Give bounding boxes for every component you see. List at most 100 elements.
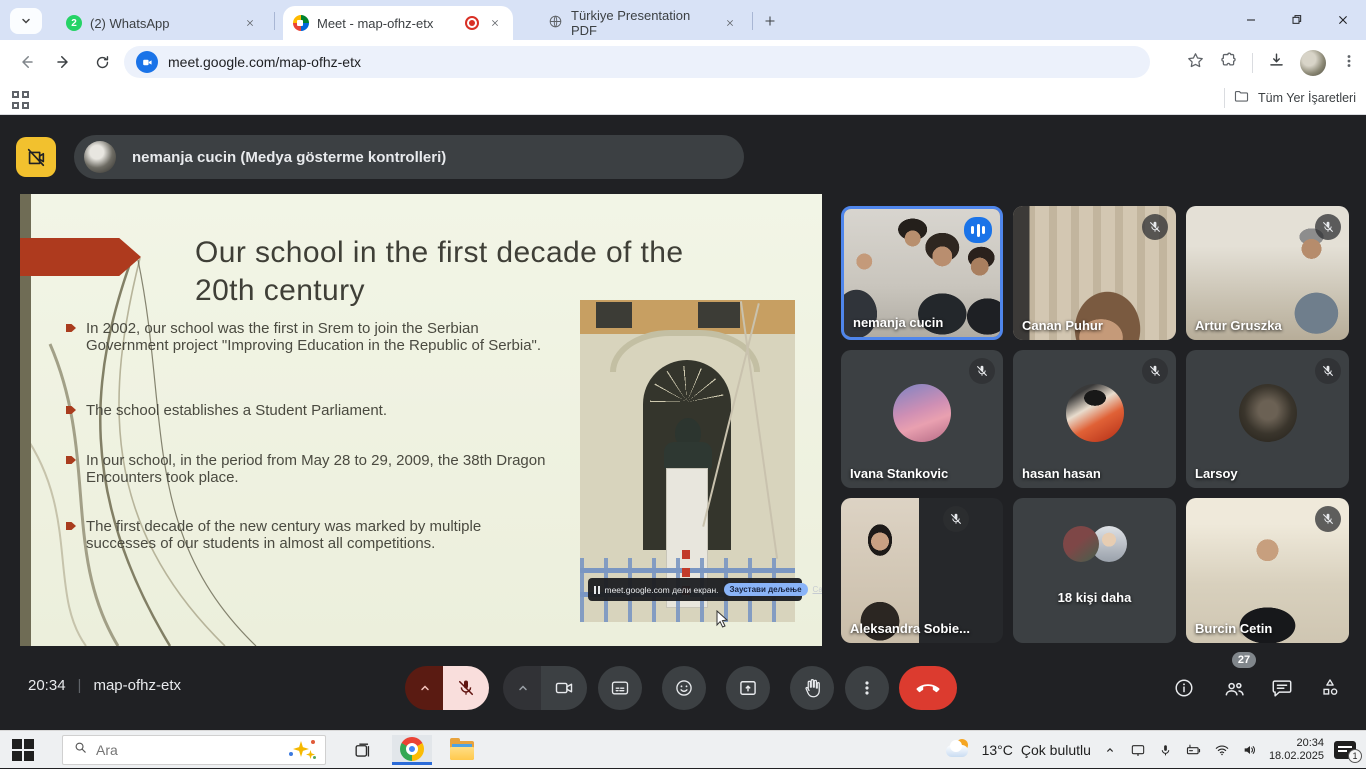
close-tab-icon[interactable]: [242, 15, 258, 31]
camera-in-use-icon[interactable]: [136, 51, 158, 73]
folder-icon: [1233, 88, 1250, 108]
participant-tile-nemanja[interactable]: nemanja cucin: [841, 206, 1003, 340]
mic-off-icon: [1142, 214, 1168, 240]
minimize-button[interactable]: [1228, 0, 1274, 40]
pause-icon[interactable]: [594, 586, 600, 594]
meeting-info: 20:34 | map-ofhz-etx: [28, 677, 181, 694]
more-options-button[interactable]: [845, 666, 889, 710]
mic-off-icon: [1315, 506, 1341, 532]
downloads-icon[interactable]: [1267, 51, 1286, 75]
camera-options-chevron[interactable]: [503, 666, 543, 710]
clock-time: 20:34: [1269, 737, 1324, 750]
extensions-icon[interactable]: [1219, 51, 1238, 75]
file-explorer-icon[interactable]: [442, 735, 482, 765]
close-tab-icon[interactable]: [722, 15, 738, 31]
shared-presentation: Our school in the first decade of the 20…: [20, 194, 822, 646]
whatsapp-favicon: 2: [66, 15, 82, 31]
chrome-taskbar-icon[interactable]: [392, 735, 432, 765]
bullet-marker-icon: [66, 324, 76, 332]
weather-widget[interactable]: 13°C Çok bulutlu: [946, 739, 1091, 761]
slide-title: Our school in the first decade of the 20…: [195, 234, 755, 310]
participant-tile-burcin[interactable]: Burcin Cetin: [1186, 498, 1349, 643]
participant-tile-overflow[interactable]: 18 kişi daha: [1013, 498, 1176, 643]
meeting-details-icon[interactable]: [1172, 676, 1196, 700]
tab-whatsapp[interactable]: 2 (2) WhatsApp: [56, 6, 268, 40]
new-tab-button[interactable]: [758, 9, 782, 33]
participant-name: Artur Gruszka: [1195, 318, 1282, 333]
recording-indicator-icon: [465, 16, 479, 30]
toolbar-divider: [1252, 53, 1253, 73]
notification-center-icon[interactable]: 1: [1334, 741, 1356, 759]
weather-condition: Çok bulutlu: [1021, 742, 1091, 758]
taskbar-clock[interactable]: 20:34 18.02.2025: [1269, 737, 1324, 763]
address-bar[interactable]: meet.google.com/map-ofhz-etx: [124, 46, 1150, 78]
profile-avatar[interactable]: [1300, 50, 1326, 76]
taskbar-search[interactable]: [62, 735, 326, 765]
wifi-icon[interactable]: [1213, 741, 1231, 759]
slide-arrow-shape: [20, 238, 141, 276]
participant-tile-hasan[interactable]: hasan hasan: [1013, 350, 1176, 488]
tab-divider: [752, 12, 753, 30]
microphone-tray-icon[interactable]: [1157, 741, 1175, 759]
camera-toggle-button[interactable]: [541, 666, 587, 710]
hidden-icons-chevron[interactable]: [1101, 741, 1119, 759]
weather-icon: [946, 739, 974, 761]
divider: |: [78, 677, 82, 694]
raise-hand-button[interactable]: [790, 666, 834, 710]
start-button[interactable]: [12, 739, 34, 761]
participant-tile-canan[interactable]: Canan Puhur: [1013, 206, 1176, 340]
menu-kebab-icon[interactable]: [1340, 52, 1358, 75]
participant-tile-ivana[interactable]: Ivana Stankovic: [841, 350, 1003, 488]
hide-share-banner-link[interactable]: Сакриј: [813, 585, 822, 594]
back-icon[interactable]: [14, 50, 38, 74]
bullet-marker-icon: [66, 522, 76, 530]
participant-name: nemanja cucin: [853, 315, 943, 330]
screen: 2 (2) WhatsApp Meet - map-ofhz-etx Türki…: [0, 0, 1366, 768]
slide-photo-school-building: [580, 300, 795, 622]
close-tab-icon[interactable]: [487, 15, 503, 31]
search-highlights-icon[interactable]: [289, 739, 315, 761]
tab-divider: [274, 12, 275, 30]
battery-icon[interactable]: [1185, 741, 1203, 759]
participant-name: Aleksandra Sobie...: [850, 621, 970, 636]
participant-tile-aleksandra[interactable]: Aleksandra Sobie...: [841, 498, 1003, 643]
activities-icon[interactable]: [1318, 676, 1342, 700]
all-bookmarks[interactable]: Tüm Yer İşaretleri: [1224, 88, 1356, 108]
window-controls: [1228, 0, 1366, 40]
media-controls-icon[interactable]: [16, 137, 56, 177]
captions-button[interactable]: [598, 666, 642, 710]
end-call-button[interactable]: [899, 666, 957, 710]
mic-options-chevron[interactable]: [405, 666, 445, 710]
tab-pdf[interactable]: Türkiye Presentation PDF: [538, 6, 748, 40]
tab-list-button[interactable]: [10, 8, 42, 34]
windows-taskbar: 13°C Çok bulutlu 20:34 18.02.2025 1: [0, 730, 1366, 768]
reactions-button[interactable]: [662, 666, 706, 710]
reload-icon[interactable]: [90, 50, 114, 74]
presenter-banner-title: nemanja cucin (Medya gösterme kontroller…: [132, 149, 446, 166]
chat-icon[interactable]: [1270, 676, 1294, 700]
volume-icon[interactable]: [1241, 741, 1259, 759]
people-icon[interactable]: [1222, 676, 1246, 700]
forward-icon[interactable]: [52, 50, 76, 74]
search-input[interactable]: [96, 742, 281, 758]
participant-tile-artur[interactable]: Artur Gruszka: [1186, 206, 1349, 340]
bookmark-star-icon[interactable]: [1186, 51, 1205, 75]
mic-toggle-button[interactable]: [443, 666, 489, 710]
tab-label: Meet - map-ofhz-etx: [317, 16, 457, 31]
meet-main: nemanja cucin (Medya gösterme kontroller…: [0, 115, 1366, 730]
notification-badge: 1: [1348, 749, 1362, 763]
task-view-icon[interactable]: [342, 735, 382, 765]
participant-name: Ivana Stankovic: [850, 466, 948, 481]
close-button[interactable]: [1320, 0, 1366, 40]
restore-button[interactable]: [1274, 0, 1320, 40]
apps-grid-icon[interactable]: [12, 91, 30, 109]
tab-label: (2) WhatsApp: [90, 16, 234, 31]
screen-cast-icon[interactable]: [1129, 741, 1147, 759]
participant-tile-larsoy[interactable]: Larsoy: [1186, 350, 1349, 488]
stop-sharing-button[interactable]: Заустави дељење: [724, 583, 808, 596]
avatar: [1063, 526, 1099, 562]
bookmarks-divider: [1224, 88, 1225, 108]
present-button[interactable]: [726, 666, 770, 710]
taskbar-tray: 13°C Çok bulutlu 20:34 18.02.2025 1: [946, 731, 1366, 769]
tab-meet[interactable]: Meet - map-ofhz-etx: [283, 6, 513, 40]
